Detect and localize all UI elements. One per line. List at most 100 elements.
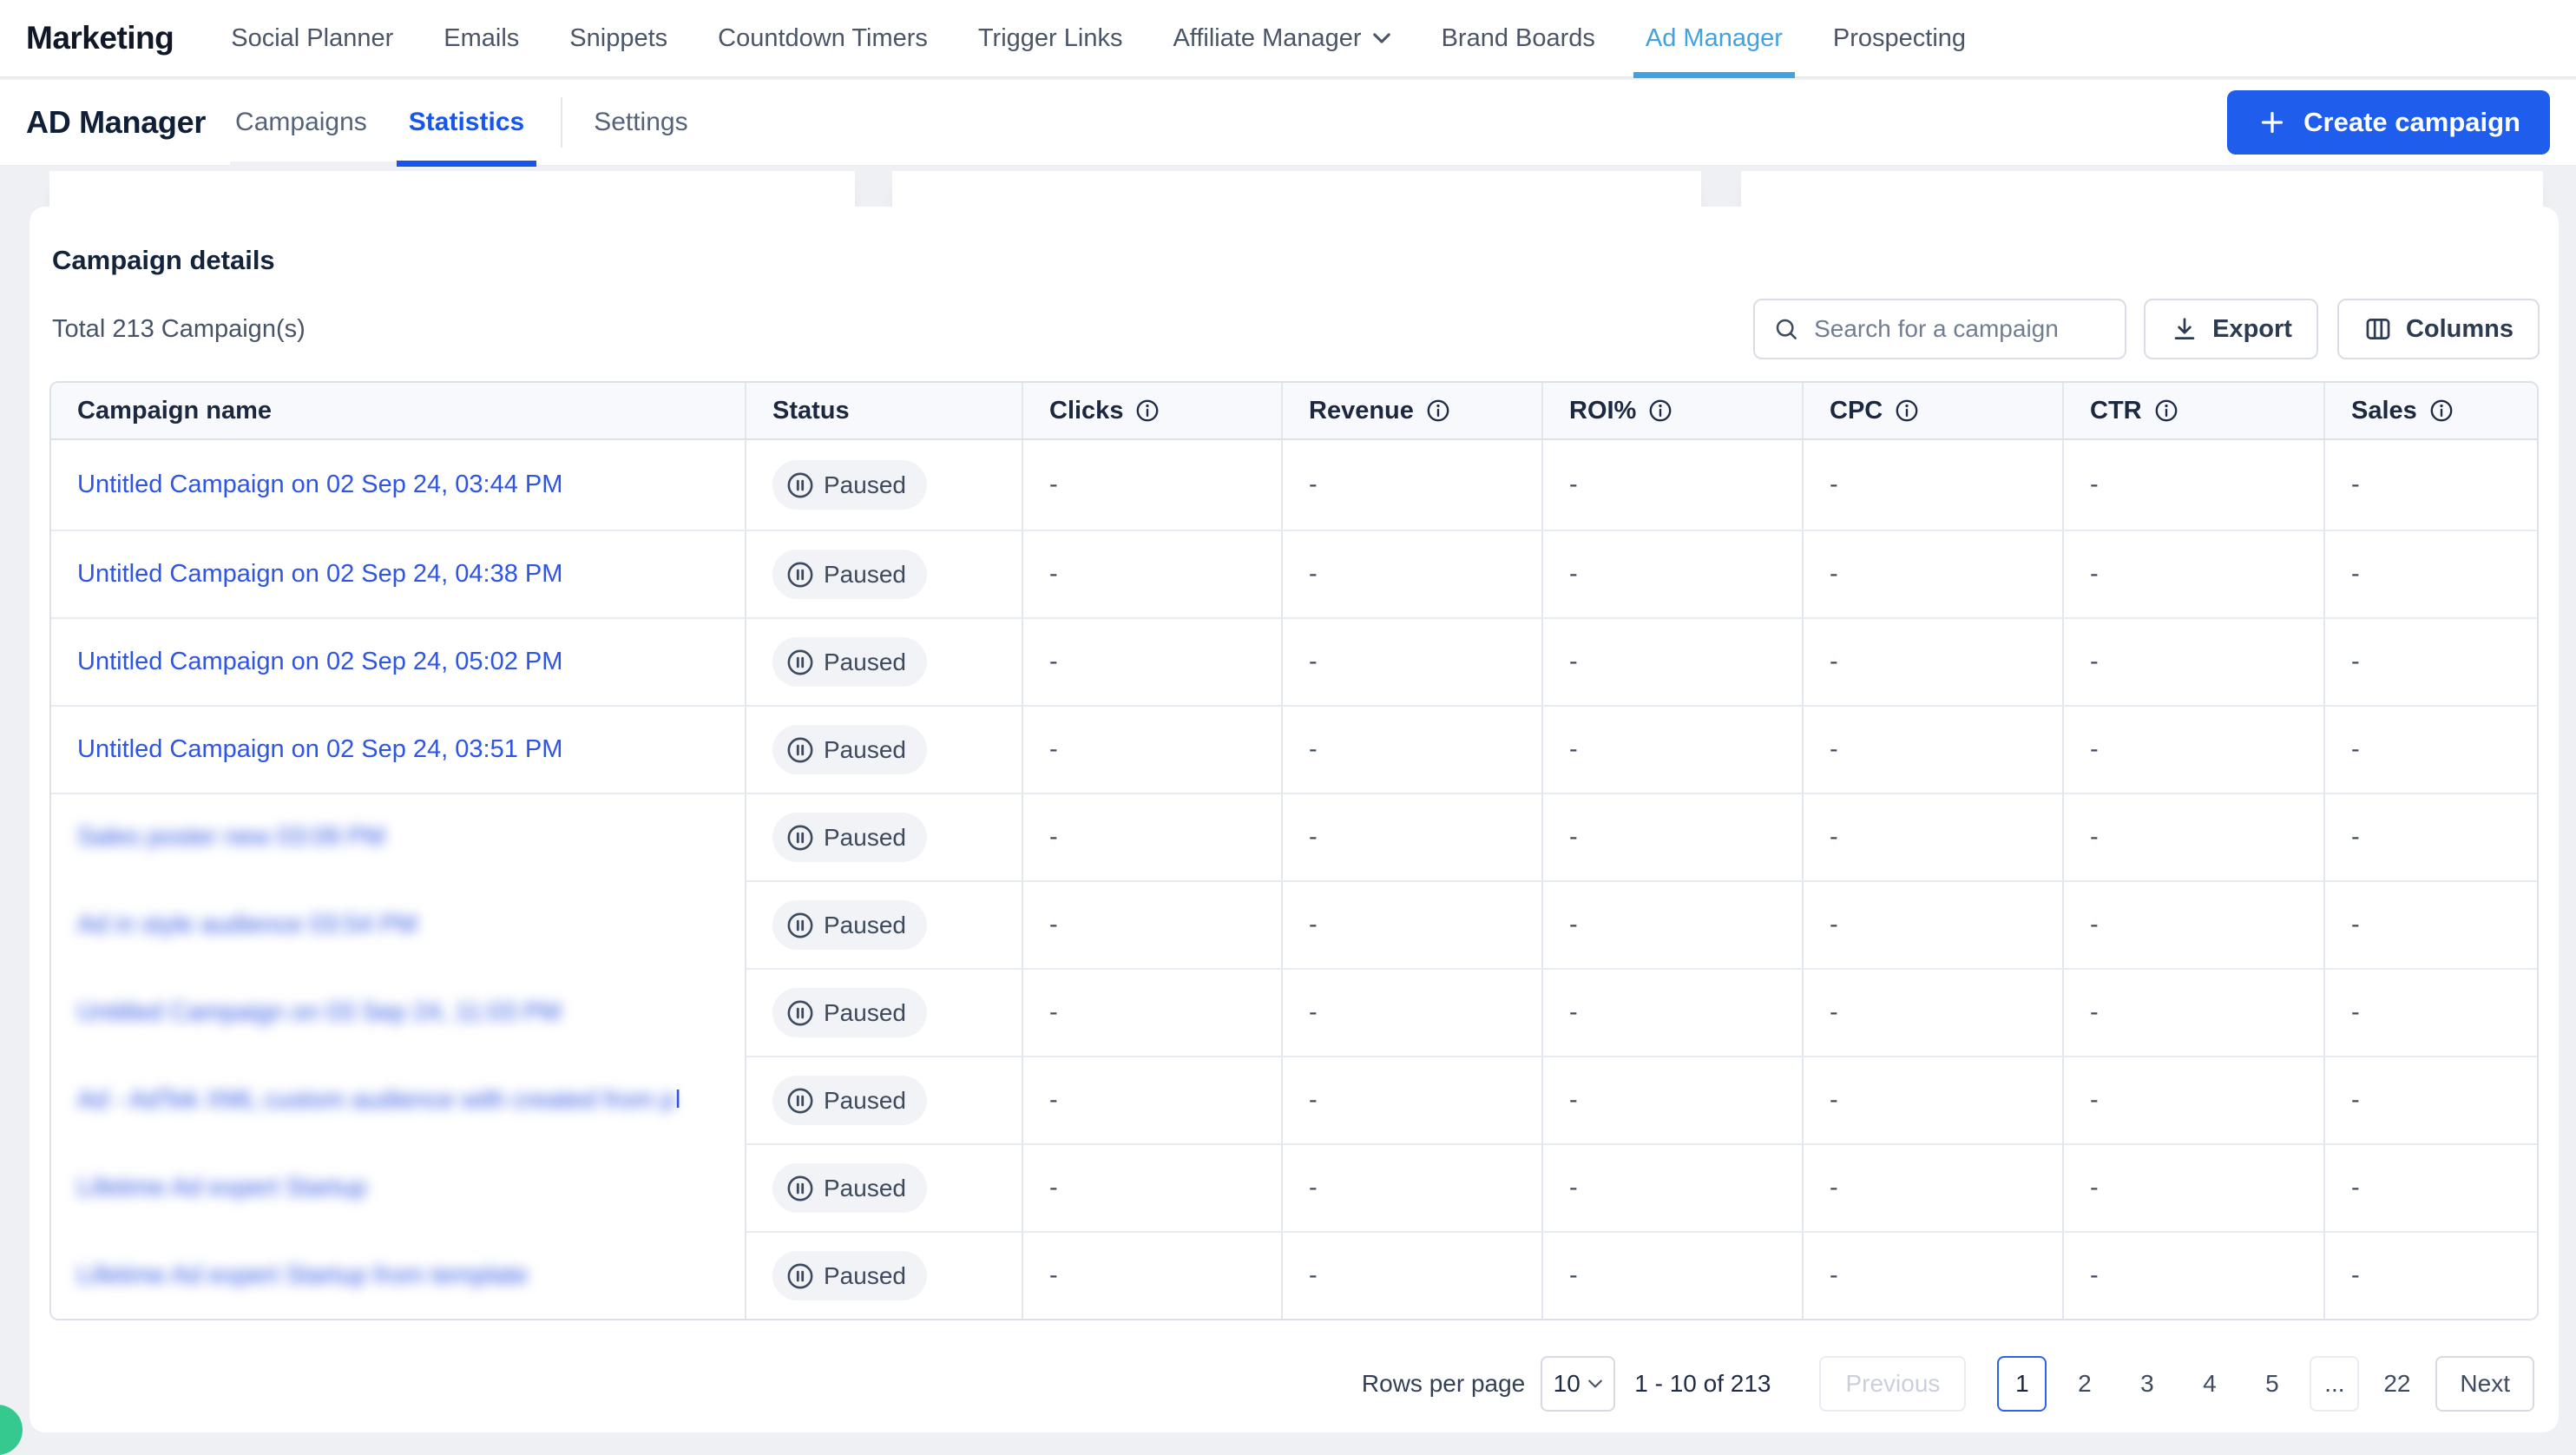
chevron-down-icon — [1587, 1379, 1603, 1389]
cell-cpc: - — [1802, 617, 2062, 705]
create-campaign-button[interactable]: Create campaign — [2227, 90, 2550, 155]
campaign-link[interactable]: Untitled Campaign on 02 Sep 24, 04:38 PM — [77, 560, 562, 588]
campaign-link[interactable]: Ad in style audience 03:54 PM — [77, 911, 417, 938]
cell-revenue: - — [1281, 1231, 1541, 1319]
columns-button[interactable]: Columns — [2337, 299, 2540, 359]
page-number-2[interactable]: 2 — [2060, 1356, 2109, 1412]
cell-cpc: - — [1802, 793, 2062, 880]
campaign-link[interactable]: Untitled Campaign on 02 Sep 24, 03:51 PM — [77, 735, 562, 763]
nav-item-countdown-timers[interactable]: Countdown Timers — [718, 0, 928, 76]
nav-item-social-planner[interactable]: Social Planner — [231, 0, 393, 76]
page-ellipsis[interactable]: ... — [2310, 1356, 2359, 1412]
page-number-4[interactable]: 4 — [2185, 1356, 2234, 1412]
header-campaign-name: Campaign name — [51, 383, 745, 440]
cell-sales: - — [2323, 793, 2537, 880]
cell-roi: - — [1541, 1143, 1802, 1231]
nav-item-ad-manager[interactable]: Ad Manager — [1646, 0, 1783, 76]
nav-item-prospecting[interactable]: Prospecting — [1833, 0, 1966, 76]
nav-item-snippets[interactable]: Snippets — [569, 0, 667, 76]
tab-campaigns[interactable]: Campaigns — [235, 80, 367, 165]
status-badge: Paused — [772, 900, 927, 950]
cell-revenue: - — [1281, 968, 1541, 1056]
pause-circle-icon — [785, 735, 815, 765]
cell-revenue: - — [1281, 1056, 1541, 1143]
cell-sales: - — [2323, 1231, 2537, 1319]
campaigns-table: Campaign name Status Clicks Revenue ROI%… — [49, 381, 2539, 1320]
header-revenue: Revenue — [1281, 383, 1541, 440]
cell-cpc: - — [1802, 1056, 2062, 1143]
page-number-5[interactable]: 5 — [2247, 1356, 2297, 1412]
pause-circle-icon — [785, 823, 815, 853]
tab-settings[interactable]: Settings — [594, 80, 687, 165]
cell-roi: - — [1541, 530, 1802, 617]
cell-roi: - — [1541, 968, 1802, 1056]
section-title: Campaign details — [52, 245, 275, 276]
chat-widget-button[interactable] — [0, 1405, 23, 1455]
campaign-link[interactable]: Sales poster new 03:09 PM — [77, 823, 385, 851]
tab-statistics[interactable]: Statistics — [409, 80, 524, 165]
cell-revenue: - — [1281, 880, 1541, 968]
cell-ctr: - — [2062, 1143, 2323, 1231]
info-icon[interactable] — [1895, 398, 1919, 423]
cell-ctr: - — [2062, 530, 2323, 617]
campaign-link[interactable]: Lifetime Ad expert Startup — [77, 1174, 367, 1202]
tab-divider — [561, 97, 562, 148]
nav-item-emails[interactable]: Emails — [444, 0, 519, 76]
campaign-link[interactable]: Lifetime Ad expert Startup from template — [77, 1261, 528, 1289]
campaign-details-panel: Campaign details Total 213 Campaign(s) E… — [30, 207, 2559, 1432]
campaign-link[interactable]: Untitled Campaign on 03 Sep 24, 11:03 PM — [77, 998, 561, 1026]
cell-roi: - — [1541, 1056, 1802, 1143]
previous-page-button[interactable]: Previous — [1819, 1356, 1966, 1412]
cell-sales: - — [2323, 1056, 2537, 1143]
campaign-link[interactable]: Untitled Campaign on 02 Sep 24, 03:44 PM — [77, 471, 562, 498]
cell-cpc: - — [1802, 1143, 2062, 1231]
ad-manager-tabs: Campaigns Statistics Settings — [230, 80, 688, 165]
rows-per-page-select[interactable]: 10 — [1541, 1356, 1615, 1412]
info-icon[interactable] — [2154, 398, 2178, 423]
table-row: Untitled Campaign on 02 Sep 24, 04:38 PM… — [51, 530, 2537, 617]
cell-revenue: - — [1281, 530, 1541, 617]
cell-clicks: - — [1022, 880, 1281, 968]
cell-ctr: - — [2062, 880, 2323, 968]
cell-revenue: - — [1281, 793, 1541, 880]
plus-icon — [2257, 107, 2288, 138]
nav-item-trigger-links[interactable]: Trigger Links — [978, 0, 1123, 76]
cell-clicks: - — [1022, 1231, 1281, 1319]
search-icon — [1772, 315, 1800, 343]
cell-clicks: - — [1022, 793, 1281, 880]
top-navigation-bar: Marketing Social Planner Emails Snippets… — [0, 0, 2576, 78]
page-number-3[interactable]: 3 — [2122, 1356, 2172, 1412]
cell-ctr: - — [2062, 440, 2323, 530]
info-icon[interactable] — [2429, 398, 2454, 423]
cell-ctr: - — [2062, 1231, 2323, 1319]
status-badge: Paused — [772, 460, 927, 510]
columns-icon — [2363, 314, 2393, 344]
table-row: Ad in style audience 03:54 PM Paused - -… — [51, 880, 2537, 968]
status-badge: Paused — [772, 1163, 927, 1213]
header-ctr: CTR — [2062, 383, 2323, 440]
nav-item-affiliate-manager[interactable]: Affiliate Manager — [1173, 0, 1390, 76]
campaign-link[interactable]: Ad - AdTek XML custom audience with crea… — [77, 1086, 680, 1114]
download-icon — [2170, 314, 2199, 344]
header-sales: Sales — [2323, 383, 2537, 440]
next-page-button[interactable]: Next — [2435, 1356, 2534, 1412]
info-icon[interactable] — [1648, 398, 1672, 423]
cell-sales: - — [2323, 530, 2537, 617]
page-number-list: 1 2 3 4 5 ... 22 — [1997, 1356, 2422, 1412]
info-icon[interactable] — [1426, 398, 1450, 423]
search-input[interactable] — [1814, 315, 2107, 343]
export-button[interactable]: Export — [2144, 299, 2318, 359]
cell-sales: - — [2323, 440, 2537, 530]
info-icon[interactable] — [1135, 398, 1160, 423]
cell-cpc: - — [1802, 880, 2062, 968]
header-status: Status — [745, 383, 1022, 440]
pause-circle-icon — [785, 998, 815, 1028]
campaign-search-box — [1753, 299, 2126, 359]
cell-ctr: - — [2062, 1056, 2323, 1143]
status-badge: Paused — [772, 1251, 927, 1300]
campaign-link[interactable]: Untitled Campaign on 02 Sep 24, 05:02 PM — [77, 648, 562, 675]
cell-cpc: - — [1802, 530, 2062, 617]
page-number-22[interactable]: 22 — [2372, 1356, 2422, 1412]
nav-item-brand-boards[interactable]: Brand Boards — [1442, 0, 1595, 76]
page-number-1[interactable]: 1 — [1997, 1356, 2047, 1412]
